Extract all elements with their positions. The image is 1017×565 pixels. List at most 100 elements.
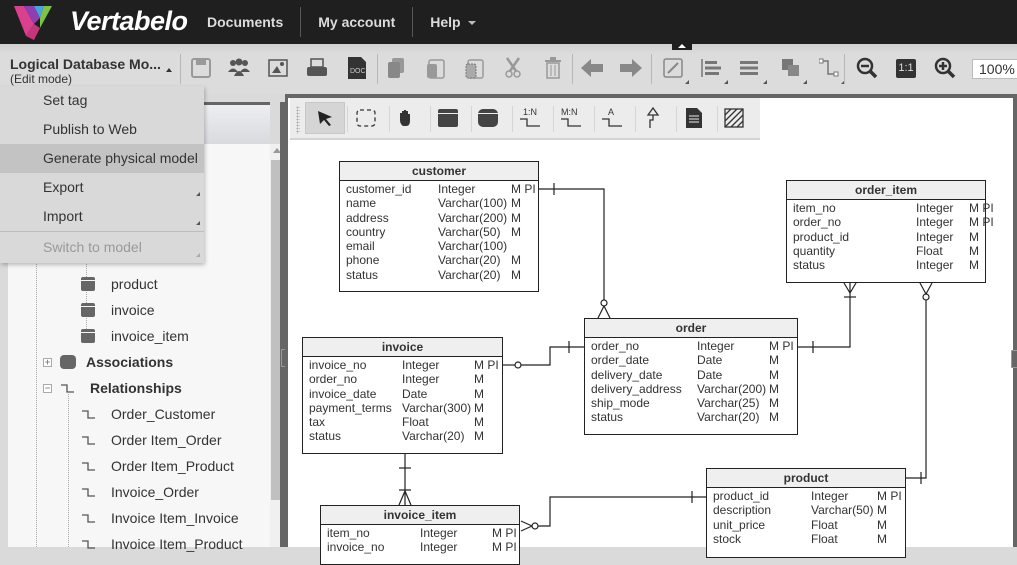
relationship-order-customer[interactable] (539, 183, 611, 319)
relationship-invoice-item-product[interactable] (520, 491, 707, 532)
attribute-flags: M PI (492, 526, 517, 540)
relationship-invoice-item-invoice[interactable] (398, 454, 412, 506)
attribute-name: customer_id (346, 182, 412, 196)
attribute-name: status (591, 410, 624, 425)
entity-attribute-row[interactable]: quantity Float M (787, 244, 985, 258)
entity-attribute-row[interactable]: phone Varchar(20) M (340, 253, 538, 267)
attribute-name: order_no (793, 215, 842, 230)
attribute-name: name (346, 196, 377, 211)
attribute-flags: M (511, 253, 521, 268)
attribute-type: Integer (402, 372, 440, 387)
attribute-name: status (346, 267, 379, 282)
attribute-name: country (346, 224, 386, 239)
entity-attribute-row[interactable]: product_id Integer M (787, 230, 985, 244)
entity-attribute-row[interactable]: item_no Integer M PI (321, 526, 519, 540)
attribute-flags: M (877, 531, 887, 546)
entity-attribute-row[interactable]: invoice_no Integer M PI (303, 358, 502, 372)
entity-name: product (707, 469, 905, 488)
attribute-name: invoice_date (309, 386, 377, 401)
attribute-type: Integer (438, 182, 476, 196)
entity-attribute-row[interactable]: item_no Integer M PI (787, 201, 994, 215)
attribute-name: order_no (309, 372, 358, 387)
attribute-name: order_no (591, 339, 640, 353)
attribute-type: Varchar(300) (402, 400, 472, 415)
attribute-flags: M PI (474, 358, 499, 372)
relationship-order-item-product[interactable] (906, 282, 933, 484)
attribute-type: Date (697, 353, 723, 368)
attribute-name: payment_terms (309, 400, 392, 415)
entity-attribute-row[interactable]: stock Float M (707, 532, 905, 546)
entity-attribute-row[interactable]: product_id Integer M PI (707, 489, 905, 503)
attribute-flags: M PI (492, 540, 517, 555)
entity-attribute-row[interactable]: delivery_address Varchar(200) M (585, 382, 797, 396)
attribute-type: Integer (916, 201, 954, 215)
entity-attribute-row[interactable]: status Varchar(20) M (340, 268, 538, 282)
attribute-type: Varchar(20) (402, 429, 465, 444)
entity-attribute-row[interactable]: email Varchar(100) (340, 239, 538, 253)
entity-attribute-row[interactable]: country Varchar(50) M (340, 225, 538, 239)
attribute-type: Varchar(200) (697, 381, 767, 396)
attribute-flags: M (769, 410, 779, 425)
attribute-type: Integer (916, 258, 954, 273)
attribute-name: address (346, 210, 389, 225)
attribute-name: item_no (327, 526, 370, 540)
relationship-invoice-order[interactable] (503, 341, 585, 369)
entity-attribute-row[interactable]: invoice_no Integer M PI (321, 540, 519, 554)
entity-name: order (585, 319, 797, 338)
entity-attribute-row[interactable]: address Varchar(200) M (340, 211, 538, 225)
entity-attribute-row[interactable]: order_date Date M (585, 353, 797, 367)
attribute-flags: M (511, 210, 521, 225)
attribute-name: invoice_no (309, 358, 367, 372)
entity-attribute-row[interactable]: delivery_date Date M (585, 368, 797, 382)
attribute-name: email (346, 239, 375, 254)
entity-invoice[interactable]: invoice invoice_no Integer M PI order_no Inte… (302, 337, 503, 454)
attribute-flags: M (769, 367, 779, 382)
attribute-type: Varchar(20) (438, 253, 501, 268)
attribute-flags: M PI (511, 182, 536, 196)
attribute-name: status (309, 429, 342, 444)
attribute-flags: M (474, 415, 484, 430)
entity-attribute-row[interactable]: status Varchar(20) M (585, 410, 797, 424)
attribute-flags: M PI (769, 339, 794, 353)
entity-attribute-row[interactable]: invoice_date Date M (303, 387, 502, 401)
attribute-type: Varchar(100) (438, 196, 508, 211)
attribute-flags: M (511, 267, 521, 282)
attribute-flags: M (474, 400, 484, 415)
entity-attribute-row[interactable]: order_no Integer M PI (787, 215, 994, 230)
attribute-flags: M (877, 517, 887, 532)
entity-product[interactable]: product product_id Integer M PI description V… (706, 468, 906, 558)
attribute-name: invoice_no (327, 540, 385, 555)
attribute-flags: M (877, 503, 887, 518)
attribute-flags: M (474, 386, 484, 401)
attribute-type: Float (402, 415, 429, 430)
entity-attribute-row[interactable]: customer_id Integer M PI (340, 182, 538, 196)
relationship-order-item-order[interactable] (798, 282, 857, 353)
entity-attribute-row[interactable]: description Varchar(50) M (707, 503, 905, 517)
entity-order-item[interactable]: order_item item_no Integer M PI order_no Inte… (786, 180, 994, 283)
attribute-type: Integer (402, 358, 440, 372)
attribute-flags: M (474, 429, 484, 444)
entity-attribute-row[interactable]: status Varchar(20) M (303, 429, 502, 443)
entity-order[interactable]: order order_no Integer M PI order_date Date Md… (584, 318, 798, 435)
attribute-name: stock (713, 531, 742, 546)
attribute-type: Integer (811, 489, 849, 503)
entity-attribute-row[interactable]: name Varchar(100) M (340, 196, 538, 210)
entity-attribute-row[interactable]: order_no Integer M PI (585, 339, 797, 353)
entity-invoice-item[interactable]: invoice_item item_no Integer M PI invoice_no… (320, 505, 520, 565)
entity-attribute-row[interactable]: status Integer M (787, 258, 985, 272)
entity-attribute-row[interactable]: ship_mode Varchar(25) M (585, 396, 797, 410)
attribute-flags: M (769, 396, 779, 411)
attribute-type: Varchar(50) (438, 224, 501, 239)
entity-customer[interactable]: customer customer_id Integer M PI name Varcha… (339, 161, 539, 292)
attribute-name: status (793, 258, 826, 273)
entity-attribute-row[interactable]: tax Float M (303, 415, 502, 429)
entity-attribute-row[interactable]: payment_terms Varchar(300) M (303, 401, 502, 415)
attribute-type: Date (697, 367, 723, 382)
entity-attribute-row[interactable]: order_no Integer M (303, 372, 502, 386)
attribute-name: ship_mode (591, 396, 650, 411)
attribute-name: delivery_date (591, 367, 663, 382)
attribute-flags: M (474, 372, 484, 387)
entity-attribute-row[interactable]: unit_price Float M (707, 518, 905, 532)
attribute-flags: M (511, 224, 521, 239)
attribute-name: tax (309, 415, 326, 430)
